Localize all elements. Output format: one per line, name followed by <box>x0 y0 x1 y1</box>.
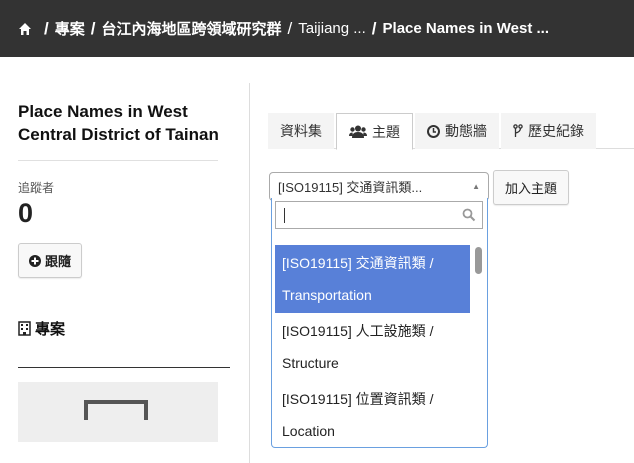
topic-select[interactable]: [ISO19115] 交通資訊類... ▲ <box>269 172 489 201</box>
branch-icon <box>513 124 523 137</box>
topic-search-input[interactable] <box>275 201 483 229</box>
tab-history[interactable]: 歷史紀錄 <box>501 113 596 149</box>
breadcrumb-project[interactable]: Taijiang ... <box>298 20 366 37</box>
add-topic-button[interactable]: 加入主題 <box>493 170 570 205</box>
breadcrumb: / 專案 / 台江內海地區跨領域研究群 / Taijiang ... / Pla… <box>0 0 634 57</box>
follow-button-label: 跟隨 <box>45 254 72 269</box>
project-image[interactable] <box>18 382 218 442</box>
tab-bar: 資料集 主題 動態牆 歷史紀錄 <box>268 113 634 150</box>
breadcrumb-separator: / <box>44 18 49 38</box>
breadcrumb-separator: / <box>371 18 377 38</box>
option-line: Location <box>282 423 335 439</box>
tab-label: 資料集 <box>280 123 322 139</box>
divider <box>18 367 230 368</box>
option-line: [ISO19115] 人工設施類 / <box>282 323 434 339</box>
dataset-title: Place Names in West Central District of … <box>18 102 219 144</box>
option-line: [ISO19115] 位置資訊類 / <box>282 391 434 407</box>
clock-icon <box>427 124 440 138</box>
tab-datasets[interactable]: 資料集 <box>268 113 334 149</box>
plus-circle-icon <box>29 254 41 267</box>
project-heading: 專案 <box>18 318 230 339</box>
home-icon[interactable] <box>18 22 32 36</box>
option-line: [ISO19115] 交通資訊類 / <box>282 255 434 271</box>
building-icon <box>18 321 31 336</box>
caret-up-icon: ▲ <box>472 182 480 191</box>
topic-option[interactable]: [ISO19115] 位置資訊類 / Location <box>275 381 470 447</box>
column-divider <box>249 83 250 463</box>
breadcrumb-separator: / <box>90 18 96 38</box>
tab-groups[interactable]: 主題 <box>336 113 413 150</box>
scrollbar-thumb[interactable] <box>475 247 482 274</box>
sidebar: Place Names in West Central District of … <box>18 100 230 442</box>
follow-button[interactable]: 跟隨 <box>18 243 83 278</box>
divider <box>18 160 218 161</box>
followers-label: 追蹤者 <box>18 181 55 195</box>
text-cursor <box>284 208 285 223</box>
topic-option[interactable]: [ISO19115] 交通資訊類 / Transportation <box>275 245 470 313</box>
tab-activity[interactable]: 動態牆 <box>415 113 499 149</box>
breadcrumb-current: Place Names in West ... <box>382 20 549 37</box>
breadcrumb-group[interactable]: 台江內海地區跨領域研究群 <box>101 18 281 39</box>
tab-label: 主題 <box>372 123 400 140</box>
dropdown-scrollbar[interactable] <box>474 245 484 445</box>
option-line: Structure <box>282 355 339 371</box>
topic-select-value: [ISO19115] 交通資訊類... <box>278 180 423 195</box>
project-heading-label: 專案 <box>35 321 66 338</box>
followers-count: 0 <box>18 198 34 228</box>
topic-options: [ISO19115] 交通資訊類 / Transportation [ISO19… <box>272 245 487 447</box>
placeholder-icon <box>84 400 148 420</box>
tab-label: 動態牆 <box>445 123 487 139</box>
search-icon <box>462 208 476 222</box>
tab-label: 歷史紀錄 <box>528 123 584 139</box>
users-icon <box>349 125 367 138</box>
breadcrumb-projects[interactable]: 專案 <box>55 18 85 39</box>
topic-option[interactable]: [ISO19115] 人工設施類 / Structure <box>275 313 470 381</box>
add-topic-label: 加入主題 <box>505 181 558 196</box>
topic-dropdown: [ISO19115] 交通資訊類 / Transportation [ISO19… <box>271 198 488 448</box>
option-line: Transportation <box>282 287 372 303</box>
breadcrumb-separator: / <box>287 18 293 38</box>
